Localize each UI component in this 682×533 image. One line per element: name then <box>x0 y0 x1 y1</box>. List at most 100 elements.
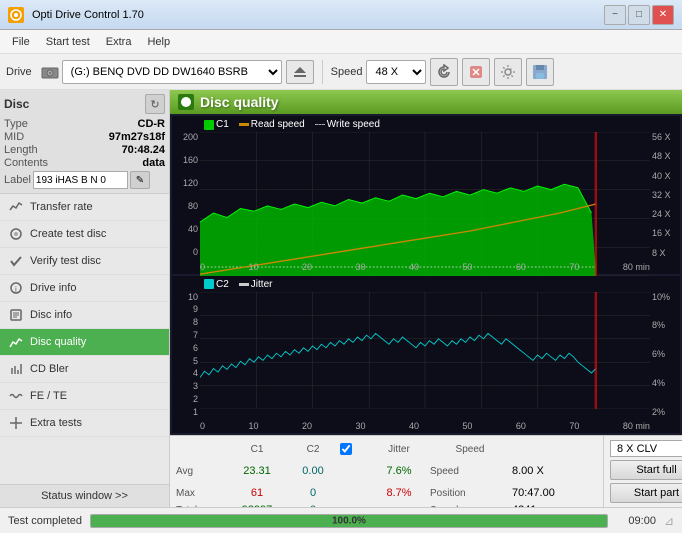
settings-button[interactable] <box>494 58 522 86</box>
clv-dropdown[interactable]: 8 X CLV <box>610 440 682 457</box>
disc-panel-refresh[interactable]: ↻ <box>145 94 165 114</box>
nav-items: Transfer rate Create test disc Verify te… <box>0 194 169 476</box>
drive-dropdown[interactable]: (G:) BENQ DVD DD DW1640 BSRB <box>62 60 282 84</box>
time-text: 09:00 <box>616 515 656 527</box>
type-label: Type <box>4 118 28 130</box>
save-button[interactable] <box>526 58 554 86</box>
nav-transfer-rate[interactable]: Transfer rate <box>0 194 169 221</box>
stats-c1-header: C1 <box>228 444 286 455</box>
nav-drive-info[interactable]: i Drive info <box>0 275 169 302</box>
write-speed-legend: Write speed <box>315 119 380 130</box>
disc-panel-title: Disc <box>4 97 29 111</box>
status-text: Test completed <box>8 515 82 527</box>
stats-speed-header: Speed <box>430 444 510 455</box>
nav-cd-bler[interactable]: CD Bler <box>0 356 169 383</box>
disc-label-edit-button[interactable]: ✎ <box>130 171 150 189</box>
nav-verify-test-disc-label: Verify test disc <box>30 255 101 267</box>
nav-verify-test-disc[interactable]: Verify test disc <box>0 248 169 275</box>
speed-label: Speed <box>331 66 363 78</box>
drive-select-group: (G:) BENQ DVD DD DW1640 BSRB <box>40 60 282 84</box>
minimize-button[interactable]: − <box>604 5 626 25</box>
clear-button[interactable] <box>462 58 490 86</box>
disc-quality-title: Disc quality <box>200 94 279 110</box>
menu-start-test[interactable]: Start test <box>38 34 98 50</box>
right-controls: 8 X CLV Start full Start part <box>603 436 682 507</box>
separator <box>322 60 323 84</box>
nav-extra-tests-label: Extra tests <box>30 417 82 429</box>
stats-grid: C1 C2 Jitter Speed Avg 23.31 0.00 7.6% S… <box>170 436 603 507</box>
jitter-legend: Jitter <box>239 279 273 290</box>
nav-transfer-rate-label: Transfer rate <box>30 201 93 213</box>
max-jitter: 8.7% <box>370 487 428 499</box>
stats-jitter-header: Jitter <box>370 444 428 455</box>
disc-label-input[interactable] <box>33 171 128 189</box>
status-window-button[interactable]: Status window >> <box>0 484 169 507</box>
maximize-button[interactable]: □ <box>628 5 650 25</box>
total-label: Total <box>176 505 226 508</box>
nav-disc-quality[interactable]: Disc quality <box>0 329 169 356</box>
avg-label: Avg <box>176 466 226 477</box>
start-full-button[interactable]: Start full <box>610 460 682 480</box>
content-area: Disc quality C1 Read speed <box>170 90 682 507</box>
menu-file[interactable]: File <box>4 34 38 50</box>
max-c1: 61 <box>228 487 286 499</box>
disc-panel: Disc ↻ Type CD-R MID 97m27s18f Length 70… <box>0 90 169 194</box>
nav-disc-quality-label: Disc quality <box>30 336 86 348</box>
avg-jitter: 7.6% <box>370 465 428 477</box>
drive-info-icon: i <box>8 280 24 296</box>
app-title: Opti Drive Control 1.70 <box>32 9 144 21</box>
menubar: File Start test Extra Help <box>0 30 682 54</box>
svg-text:i: i <box>15 285 17 294</box>
length-value: 70:48.24 <box>122 144 165 156</box>
length-label: Length <box>4 144 38 156</box>
titlebar: Opti Drive Control 1.70 − □ ✕ <box>0 0 682 30</box>
resize-handle: ⊿ <box>664 514 674 528</box>
max-label: Max <box>176 488 226 499</box>
close-button[interactable]: ✕ <box>652 5 674 25</box>
nav-cd-bler-label: CD Bler <box>30 363 69 375</box>
mid-label: MID <box>4 131 24 143</box>
nav-disc-info-label: Disc info <box>30 309 72 321</box>
nav-extra-tests[interactable]: Extra tests <box>0 410 169 437</box>
statusbar: Test completed 100.0% 09:00 ⊿ <box>0 507 682 533</box>
extra-tests-icon <box>8 415 24 431</box>
cd-bler-icon <box>8 361 24 377</box>
c1-chart-svg <box>200 132 650 276</box>
position-label: Position <box>430 488 510 499</box>
speed-dropdown[interactable]: 48 X <box>366 60 426 84</box>
disc-quality-icon-header <box>178 94 194 110</box>
charts-area: C1 Read speed Write speed 200 160 120 <box>170 114 682 435</box>
nav-create-test-disc[interactable]: Create test disc <box>0 221 169 248</box>
total-c1: 98997 <box>228 504 286 507</box>
c2-chart: C2 Jitter 10 9 8 7 6 5 4 3 <box>172 276 680 434</box>
eject-button[interactable] <box>286 60 314 84</box>
c2-chart-svg <box>200 292 650 409</box>
refresh-button[interactable] <box>430 58 458 86</box>
nav-disc-info[interactable]: Disc info <box>0 302 169 329</box>
jitter-checkbox[interactable] <box>340 443 352 455</box>
transfer-rate-icon <box>8 199 24 215</box>
c1-chart: C1 Read speed Write speed 200 160 120 <box>172 116 680 274</box>
create-test-disc-icon <box>8 226 24 242</box>
nav-drive-info-label: Drive info <box>30 282 76 294</box>
stats-panel: C1 C2 Jitter Speed Avg 23.31 0.00 7.6% S… <box>170 435 682 507</box>
app-icon <box>8 7 24 23</box>
nav-fe-te[interactable]: FE / TE <box>0 383 169 410</box>
stats-jitter-check-cell <box>340 443 368 455</box>
nav-fe-te-label: FE / TE <box>30 390 67 402</box>
speed-label: Speed <box>430 466 510 477</box>
contents-label: Contents <box>4 157 48 169</box>
menu-help[interactable]: Help <box>139 34 178 50</box>
mid-value: 97m27s18f <box>109 131 165 143</box>
start-part-button[interactable]: Start part <box>610 483 682 503</box>
sidebar: Disc ↻ Type CD-R MID 97m27s18f Length 70… <box>0 90 170 507</box>
type-value: CD-R <box>138 118 166 130</box>
c2-legend: C2 <box>204 279 229 290</box>
window-controls: − □ ✕ <box>604 5 674 25</box>
main-layout: Disc ↻ Type CD-R MID 97m27s18f Length 70… <box>0 90 682 507</box>
menu-extra[interactable]: Extra <box>98 34 140 50</box>
progress-wrapper: 100.0% <box>90 514 608 528</box>
samples-val: 4241 <box>512 504 597 507</box>
c1-legend: C1 <box>204 119 229 130</box>
verify-test-disc-icon <box>8 253 24 269</box>
